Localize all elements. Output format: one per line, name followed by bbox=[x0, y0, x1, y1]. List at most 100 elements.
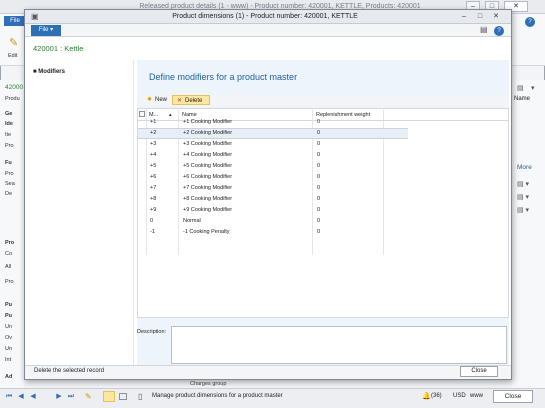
record-header: 420001 : Kettle bbox=[33, 44, 84, 53]
delete-icon: ✕ bbox=[176, 98, 183, 104]
table-row-weight[interactable]: 0 bbox=[317, 117, 320, 128]
delete-button[interactable]: ✕ Delete bbox=[172, 95, 210, 105]
background-file-tab[interactable]: File bbox=[4, 16, 26, 26]
product-dimensions-dialog: ▣ Product dimensions (1) - Product numbe… bbox=[24, 9, 512, 380]
table-row-m[interactable]: +4 bbox=[150, 150, 156, 161]
statusbar-message: Manage product dimensions for a product … bbox=[152, 393, 283, 399]
table-row-name[interactable]: -1 Cooking Penalty bbox=[183, 227, 229, 238]
file-tab-label: File bbox=[38, 27, 49, 33]
table-row-m[interactable]: +2 bbox=[150, 128, 156, 139]
charges-group-label: Charges group bbox=[190, 381, 227, 387]
side-label: Fu bbox=[5, 160, 12, 166]
description-label: Description: bbox=[137, 329, 167, 335]
previous-record-icon[interactable]: ◀ bbox=[17, 393, 25, 401]
pencil-icon[interactable]: ✎ bbox=[9, 36, 21, 50]
dialog-file-tab[interactable]: File ▾ bbox=[31, 25, 61, 36]
table-row-weight[interactable]: 0 bbox=[317, 205, 320, 216]
grid-toggle-icon[interactable]: ▤ bbox=[517, 84, 524, 92]
layout-icon[interactable]: ▤ bbox=[480, 25, 488, 34]
background-record-id: 42000 bbox=[5, 84, 24, 91]
side-label: Pro bbox=[5, 171, 14, 177]
previous-page-icon[interactable]: ◀ bbox=[29, 393, 37, 401]
table-row-weight[interactable]: 0 bbox=[317, 183, 320, 194]
table-row-name[interactable]: +1 Cooking Modifier bbox=[183, 117, 232, 128]
table-row-m[interactable]: +5 bbox=[150, 161, 156, 172]
table-row-name[interactable]: Normal bbox=[183, 216, 201, 227]
nav-item-label: Modifiers bbox=[38, 69, 65, 75]
delete-button-label: Delete bbox=[185, 98, 203, 104]
background-close-button[interactable]: Close bbox=[493, 390, 533, 403]
table-row-name[interactable]: +2 Cooking Modifier bbox=[183, 128, 232, 139]
maximize-icon[interactable]: □ bbox=[474, 11, 486, 22]
table-row-weight[interactable]: 0 bbox=[317, 150, 320, 161]
table-row-m[interactable]: 0 bbox=[150, 216, 153, 227]
nav-item-modifiers[interactable]: ■ Modifiers bbox=[33, 69, 65, 75]
table-row-m[interactable]: -1 bbox=[150, 227, 155, 238]
minimize-icon[interactable]: – bbox=[458, 11, 470, 22]
side-label: Int bbox=[5, 357, 12, 363]
table-row-name[interactable]: +7 Cooking Modifier bbox=[183, 183, 232, 194]
table-row-m[interactable]: +3 bbox=[150, 139, 156, 150]
table-row-m[interactable]: +7 bbox=[150, 183, 156, 194]
table-row-name[interactable]: +5 Cooking Modifier bbox=[183, 161, 232, 172]
table-row-name[interactable]: +8 Cooking Modifier bbox=[183, 194, 232, 205]
table-row-weight[interactable]: 0 bbox=[317, 194, 320, 205]
table-row-weight[interactable]: 0 bbox=[317, 172, 320, 183]
help-icon[interactable]: ? bbox=[525, 17, 535, 27]
background-right-panel bbox=[512, 80, 545, 390]
grid-view-icon[interactable] bbox=[103, 391, 115, 402]
table-row-weight[interactable]: 0 bbox=[317, 161, 320, 172]
app-icon: ▣ bbox=[31, 12, 39, 21]
table-row-m[interactable]: +1 bbox=[150, 117, 156, 128]
table-row-weight[interactable]: 0 bbox=[317, 139, 320, 150]
side-label: All bbox=[5, 264, 12, 270]
sort-icon[interactable]: ▴ bbox=[169, 110, 172, 120]
dialog-menu-bar bbox=[25, 24, 511, 37]
description-field[interactable] bbox=[171, 326, 507, 364]
grid-toggle-icon[interactable]: ▤ ▾ bbox=[517, 180, 529, 188]
side-label: De bbox=[5, 191, 13, 197]
table-row-name[interactable]: +4 Cooking Modifier bbox=[183, 150, 232, 161]
side-label: Un bbox=[5, 346, 13, 352]
document-icon[interactable]: ▯ bbox=[138, 392, 142, 401]
chevron-down-icon[interactable]: ▾ bbox=[531, 84, 535, 92]
dialog-title: Product dimensions (1) - Product number:… bbox=[172, 13, 358, 20]
column-header-replenishment-weight[interactable]: Replenishment weight bbox=[316, 110, 370, 120]
new-button[interactable]: ✸ New bbox=[143, 95, 170, 105]
dialog-close-button[interactable]: Close bbox=[460, 366, 498, 377]
select-all-checkbox[interactable] bbox=[139, 111, 145, 117]
grid-toggle-icon[interactable]: ▤ ▾ bbox=[517, 193, 529, 201]
notification-count: (36) bbox=[431, 393, 442, 399]
more-link[interactable]: More bbox=[517, 164, 532, 171]
last-record-icon[interactable]: ⏭ bbox=[67, 393, 75, 401]
help-icon[interactable]: ? bbox=[494, 26, 504, 36]
table-row-name[interactable]: +9 Cooking Modifier bbox=[183, 205, 232, 216]
first-record-icon[interactable]: ⏮ bbox=[5, 393, 13, 401]
table-row-weight[interactable]: 0 bbox=[317, 216, 320, 227]
table-row-weight[interactable]: 0 bbox=[317, 128, 320, 139]
side-label: Ov bbox=[5, 335, 13, 341]
new-icon: ✸ bbox=[146, 97, 153, 103]
pencil-icon[interactable]: ✎ bbox=[85, 392, 92, 401]
side-label: Produ bbox=[5, 96, 20, 102]
table-row-weight[interactable]: 0 bbox=[317, 227, 320, 238]
grid-toggle-icon[interactable]: ▤ ▾ bbox=[517, 206, 529, 214]
form-view-icon[interactable] bbox=[119, 393, 127, 400]
table-row-m[interactable]: +9 bbox=[150, 205, 156, 216]
notification-icon[interactable]: 🔔 bbox=[422, 392, 431, 400]
company-label: www bbox=[470, 393, 483, 399]
table-row-m[interactable]: +6 bbox=[150, 172, 156, 183]
table-row-m[interactable]: +8 bbox=[150, 194, 156, 205]
next-page-icon[interactable]: ▶ bbox=[55, 393, 63, 401]
selected-row-highlight bbox=[138, 128, 408, 139]
dialog-left-nav bbox=[26, 60, 134, 365]
edit-button-label[interactable]: Edit bbox=[8, 53, 17, 59]
dialog-status-message: Delete the selected record bbox=[34, 368, 105, 374]
table-row-name[interactable]: +6 Cooking Modifier bbox=[183, 172, 232, 183]
side-label: Pro bbox=[5, 240, 15, 246]
side-label: Sea bbox=[5, 181, 15, 187]
side-label: Ge bbox=[5, 111, 13, 117]
close-icon[interactable]: ✕ bbox=[490, 11, 502, 22]
side-label: Pu bbox=[5, 313, 13, 319]
table-row-name[interactable]: +3 Cooking Modifier bbox=[183, 139, 232, 150]
